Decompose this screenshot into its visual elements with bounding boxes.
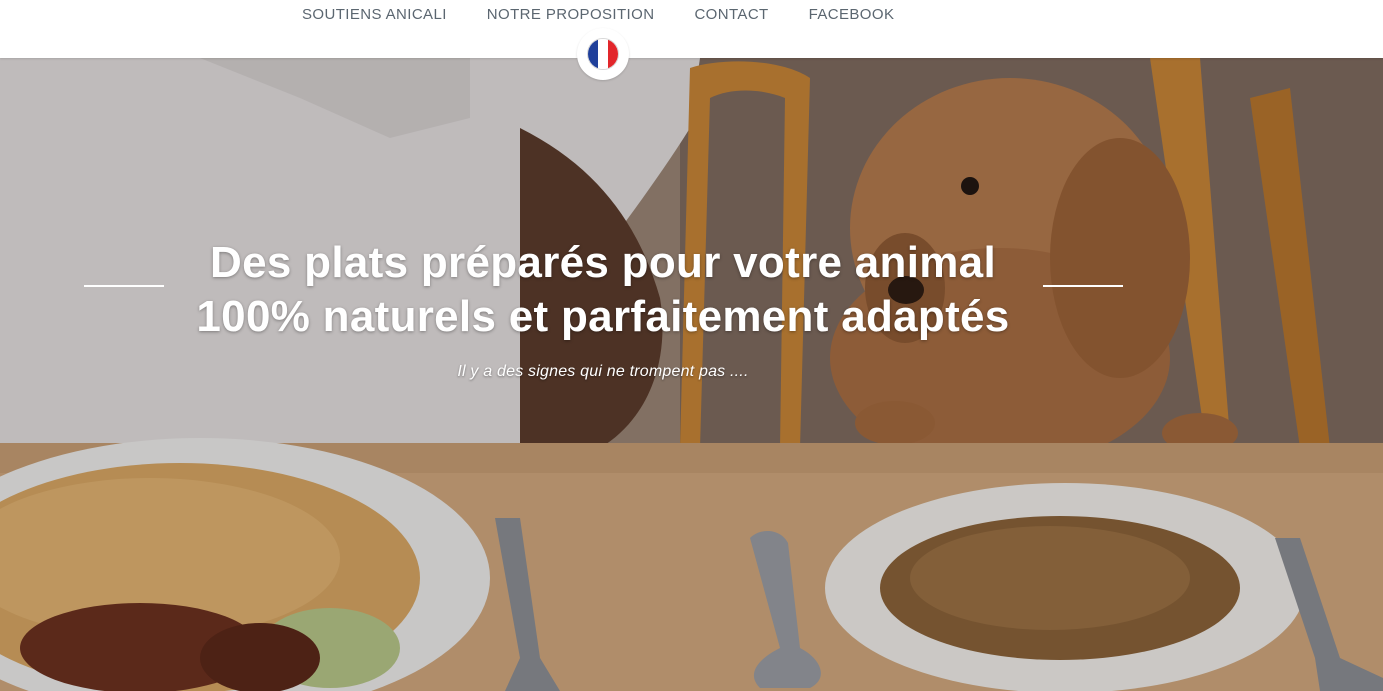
nav-link-soutiens-anicali[interactable]: SOUTIENS ANICALI [302, 6, 447, 23]
hero-headline: Des plats préparés pour votre animal 100… [0, 236, 1206, 344]
hero-headline-line-1: Des plats préparés pour votre animal [210, 238, 996, 287]
france-flag-icon [587, 38, 619, 70]
hero-tagline: Il y a des signes qui ne trompent pas ..… [457, 363, 749, 380]
nav-link-contact[interactable]: CONTACT [694, 6, 768, 23]
nav-link-facebook[interactable]: FACEBOOK [809, 6, 895, 23]
top-navigation-bar: SOUTIENS ANICALI NOTRE PROPOSITION CONTA… [0, 0, 1383, 58]
main-nav: SOUTIENS ANICALI NOTRE PROPOSITION CONTA… [302, 6, 894, 23]
language-selector[interactable] [577, 28, 629, 80]
hero-headline-line-2: 100% naturels et parfaitement adaptés [196, 292, 1010, 341]
page: SOUTIENS ANICALI NOTRE PROPOSITION CONTA… [0, 0, 1383, 691]
nav-link-notre-proposition[interactable]: NOTRE PROPOSITION [487, 6, 655, 23]
